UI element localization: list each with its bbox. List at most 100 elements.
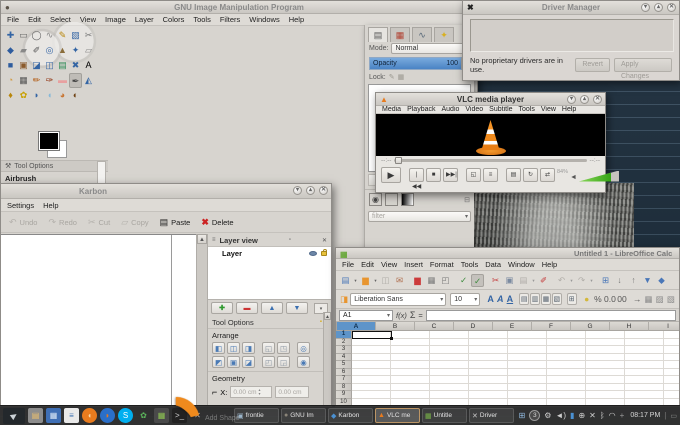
taskbar-window-button[interactable]: ◆ Karbon	[328, 408, 373, 423]
grid-cell[interactable]	[391, 354, 430, 362]
lock-option-icon[interactable]: ▦	[398, 73, 405, 81]
tray-icon[interactable]: ▮	[570, 408, 574, 424]
grid-cell[interactable]	[391, 384, 430, 392]
grid-cell[interactable]	[586, 391, 625, 399]
grid-cell[interactable]	[430, 346, 469, 354]
show-desktop-icon[interactable]: ▭	[670, 412, 677, 420]
gimp-color-swatches[interactable]	[37, 132, 73, 162]
tray-icon[interactable]: +	[620, 408, 625, 424]
driver-manager-titlebar[interactable]: ✖ Driver Manager ▾ ▴ ✕	[463, 1, 679, 15]
grid-cell[interactable]	[508, 339, 547, 347]
docker-header-button[interactable]: ▫	[289, 237, 291, 243]
add-layer-button[interactable]: ✚	[211, 302, 233, 314]
format-toolbar-icon[interactable]: ▨	[655, 293, 665, 306]
taskbar-window-button[interactable]: ▣ frontie	[234, 408, 279, 423]
grid-cell[interactable]	[469, 376, 508, 384]
workspace-badge[interactable]: 3	[529, 410, 540, 421]
arrange-button[interactable]: ◳	[277, 342, 290, 354]
gimp-tool-icon[interactable]: ▲	[56, 43, 69, 58]
row-header[interactable]: 5	[336, 361, 352, 369]
arrange-button[interactable]: ◫	[227, 342, 240, 354]
karbon-menu-item[interactable]: Settings	[7, 201, 34, 210]
karbon-menu-item[interactable]: Help	[43, 201, 58, 210]
grid-cell[interactable]	[664, 354, 679, 362]
calc-menu-item[interactable]: View	[381, 260, 397, 269]
docker-scrollbar[interactable]: ▲	[323, 312, 331, 406]
tray-icon[interactable]: ⚙	[544, 408, 551, 424]
gimp-tool-icon[interactable]: ◯	[30, 28, 43, 43]
grid-cell[interactable]	[586, 354, 625, 362]
grid-cell[interactable]	[391, 339, 430, 347]
speaker-icon[interactable]: ◄	[570, 174, 577, 181]
grid-cell[interactable]	[547, 384, 586, 392]
row-header[interactable]: 4	[336, 354, 352, 362]
karbon-toolbar-button[interactable]: ▱ Copy	[121, 217, 148, 228]
docker-header-button[interactable]: ✕	[322, 237, 327, 244]
vlc-control-button[interactable]: ◱	[466, 168, 481, 182]
equals-icon[interactable]: =	[418, 311, 422, 320]
seek-handle[interactable]	[395, 157, 402, 164]
format-toolbar-icon[interactable]: ●	[582, 293, 592, 306]
grid-cell[interactable]	[430, 384, 469, 392]
launcher-icon[interactable]: ◗	[100, 408, 115, 423]
vlc-menu-item[interactable]: Audio	[441, 106, 459, 113]
format-toolbar-icon[interactable]: ▦	[541, 293, 551, 305]
format-toolbar-icon[interactable]: 0.0	[604, 293, 616, 306]
grid-cell[interactable]	[625, 376, 664, 384]
scroll-up-icon[interactable]: ▲	[324, 312, 331, 320]
format-toolbar-icon[interactable]: %	[593, 293, 603, 306]
spreadsheet-grid[interactable]: ABCDEFGHI 1 2 3	[336, 322, 679, 406]
maximize-button[interactable]: ▴	[306, 186, 315, 195]
launcher-icon[interactable]: ◖	[82, 408, 97, 423]
dock-tab-icon[interactable]: ▤	[368, 27, 388, 42]
gimp-tool-icon[interactable]: ◗	[30, 88, 43, 103]
scroll-up-icon[interactable]: ▲	[197, 234, 207, 244]
calc-toolbar-icon[interactable]: ▾	[589, 274, 594, 287]
tray-icon[interactable]: ◄)	[555, 408, 566, 424]
layers-opacity-slider[interactable]: Opacity 100 ▲▼	[369, 57, 470, 70]
gimp-tool-icon[interactable]: ◕	[56, 88, 69, 103]
column-header[interactable]: E	[493, 322, 532, 331]
layers-mode-select[interactable]: Normal▾	[391, 43, 470, 54]
dock-tab-icon[interactable]: ▦	[390, 27, 410, 42]
column-header[interactable]: C	[415, 322, 454, 331]
row-header[interactable]: 9	[336, 391, 352, 399]
grid-cell[interactable]	[547, 354, 586, 362]
calc-menu-item[interactable]: Format	[430, 260, 454, 269]
gimp-menu-item[interactable]: Windows	[249, 15, 279, 24]
calc-toolbar-icon[interactable]: ⊞	[599, 274, 612, 287]
grid-cell[interactable]	[508, 346, 547, 354]
grid-cell[interactable]	[625, 361, 664, 369]
arrange-button[interactable]: ◩	[212, 356, 225, 368]
gimp-tool-icon[interactable]: ♦	[4, 88, 17, 103]
lower-layer-button[interactable]: ▼	[286, 302, 308, 314]
layer-tree[interactable]: Layer	[208, 247, 331, 300]
arrange-button[interactable]: ◨	[242, 342, 255, 354]
collapse-icon[interactable]: ⊟	[464, 196, 470, 204]
vlc-control-button[interactable]: |◀◀	[409, 168, 424, 182]
format-toolbar-icon[interactable]: ⊞	[567, 293, 577, 305]
gimp-menu-item[interactable]: Image	[105, 15, 126, 24]
grid-cell[interactable]	[547, 369, 586, 377]
grid-cell[interactable]	[547, 361, 586, 369]
grid-cell[interactable]	[508, 361, 547, 369]
grid-cell[interactable]	[547, 346, 586, 354]
calc-toolbar-icon[interactable]: ↶	[555, 274, 568, 287]
launcher-icon[interactable]: ▦	[46, 408, 61, 423]
vlc-titlebar[interactable]: ▲ VLC media player ▾ ▴ ✕	[376, 93, 605, 106]
vlc-menu-item[interactable]: Media	[382, 106, 401, 113]
sidebar-icon[interactable]: ◨	[339, 293, 349, 306]
taskbar-window-button[interactable]: ✕ Driver	[469, 408, 514, 423]
grid-cell[interactable]	[469, 369, 508, 377]
grid-cell[interactable]	[664, 369, 679, 377]
calc-toolbar-icon[interactable]: ◰	[439, 274, 452, 287]
vlc-menu-item[interactable]: Help	[562, 106, 576, 113]
grid-cell[interactable]	[664, 376, 679, 384]
grid-cell[interactable]	[352, 339, 391, 347]
column-header[interactable]: F	[532, 322, 571, 331]
close-button[interactable]: ✕	[319, 186, 328, 195]
grid-cell[interactable]	[625, 331, 664, 339]
launcher-icon[interactable]: ≡	[64, 408, 79, 423]
gimp-tool-icon[interactable]: ▱	[82, 43, 95, 58]
gimp-tool-icon[interactable]: ✦	[69, 43, 82, 58]
